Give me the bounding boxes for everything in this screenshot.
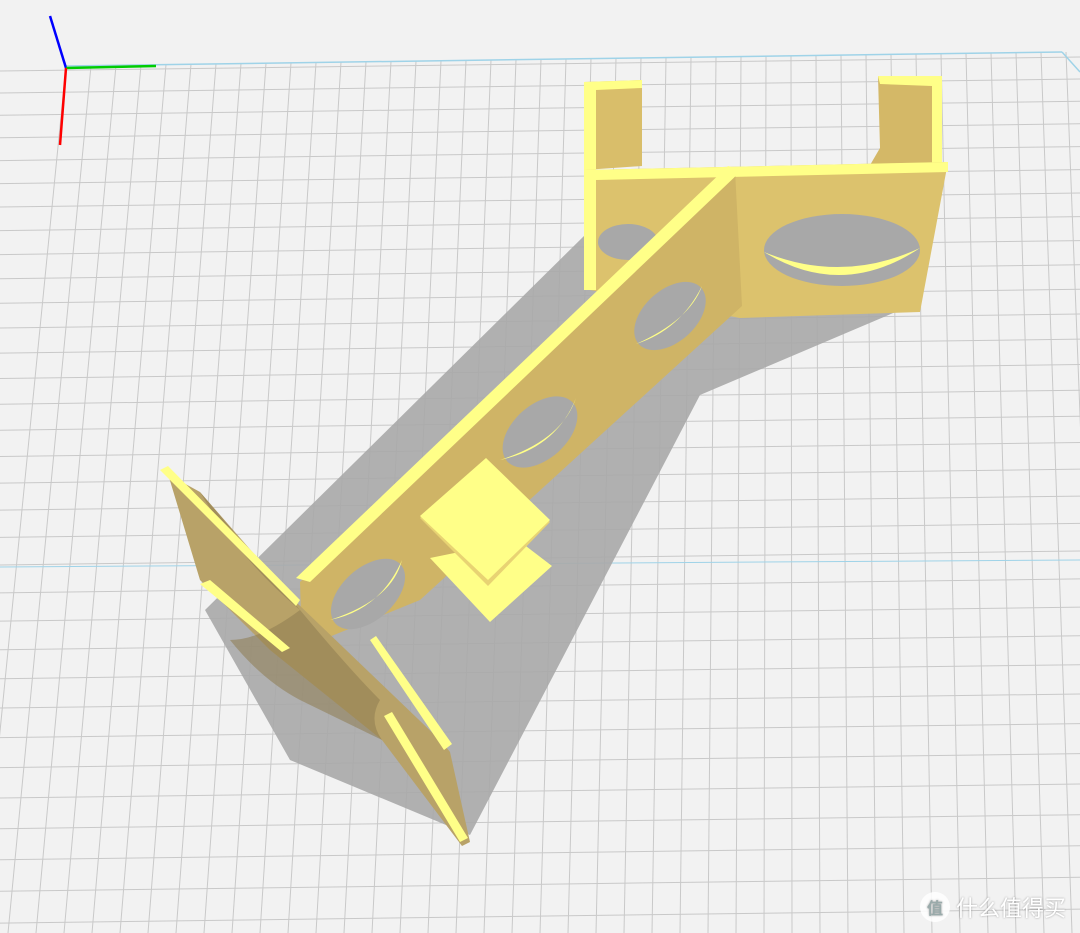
watermark: 值 什么值得买 [919,891,1066,923]
z-axis-line [48,15,68,69]
build-plate-scene[interactable] [0,0,1080,933]
watermark-logo-icon: 值 [919,892,950,922]
3d-viewport[interactable]: 值 什么值得买 [0,0,1080,933]
watermark-text: 什么值得买 [955,897,1066,922]
bracket-hole-right [764,214,920,286]
